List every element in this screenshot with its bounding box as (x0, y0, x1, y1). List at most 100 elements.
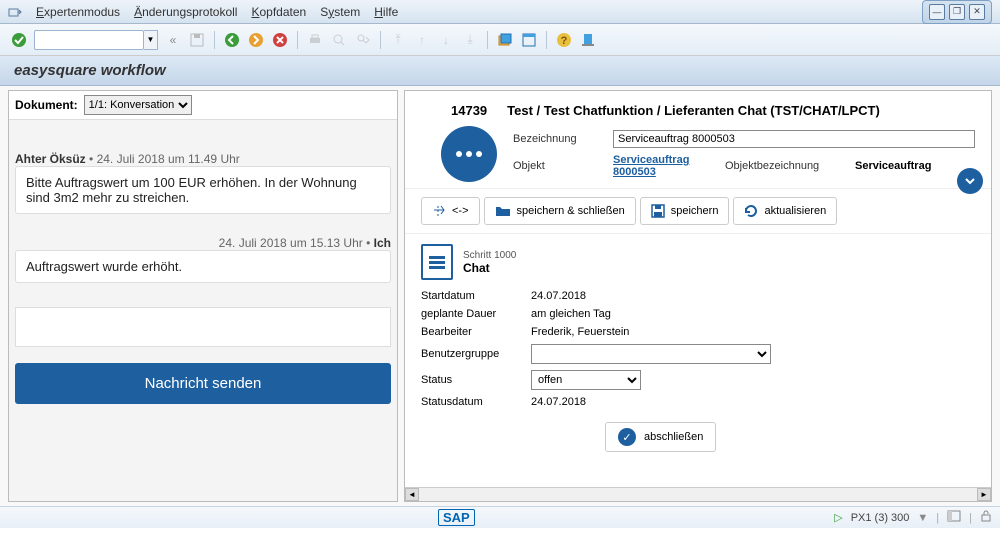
document-select[interactable]: 1/1: Konversation (84, 95, 192, 115)
objektbezeichnung-value: Serviceauftrag (855, 160, 975, 172)
status-dropdown-icon[interactable]: ▼ (917, 512, 928, 524)
app-title: easysquare workflow (14, 62, 166, 79)
layout-icon[interactable] (520, 31, 538, 49)
message-input[interactable] (15, 307, 391, 347)
workitem-id: 14739 (451, 103, 487, 118)
toolbar: ▼ « ⤒ ↑ ↓ ⤓ ? (0, 24, 1000, 56)
menu-hilfe[interactable]: Hilfe (374, 5, 398, 19)
command-field[interactable] (34, 30, 144, 50)
step-name: Chat (463, 261, 516, 275)
command-dropdown[interactable]: ▼ (144, 30, 158, 50)
nav-exit-icon[interactable] (247, 31, 265, 49)
chat-area: Ahter Öksüz • 24. Juli 2018 um 11.49 Uhr… (9, 120, 397, 501)
message-sender: Ahter Öksüz (15, 152, 86, 166)
action-bar: <-> speichern & schließen speichern aktu… (405, 188, 991, 234)
step-number: Schritt 1000 (463, 250, 516, 261)
objekt-link[interactable]: Serviceauftrag 8000503 (613, 154, 715, 178)
expand-info-button[interactable] (957, 168, 983, 194)
horizontal-scrollbar[interactable]: ◄ ► (405, 487, 991, 501)
chat-panel: Dokument: 1/1: Konversation Ahter Öksüz … (8, 90, 398, 502)
step-section: Schritt 1000 Chat (405, 234, 991, 290)
window-close-button[interactable]: ✕ (969, 4, 985, 20)
save-icon (651, 204, 665, 218)
menu-aenderungsprotokoll[interactable]: Änderungsprotokoll (134, 5, 237, 19)
settings-icon[interactable] (579, 31, 597, 49)
label-bearbeiter: Bearbeiter (421, 326, 521, 338)
status-system: PX1 (3) 300 (851, 512, 910, 524)
message-time: 24. Juli 2018 um 15.13 Uhr (219, 236, 363, 250)
document-label: Dokument: (15, 98, 78, 112)
chat-message: 24. Juli 2018 um 15.13 Uhr • Ich Auftrag… (15, 236, 391, 283)
menu-system[interactable]: System (320, 5, 360, 19)
menu-kopfdaten[interactable]: Kopfdaten (251, 5, 306, 19)
menu-open-icon[interactable] (8, 5, 22, 19)
conclude-row: ✓ abschließen (405, 408, 991, 462)
save-button[interactable]: speichern (640, 197, 730, 225)
find-next-icon[interactable] (354, 31, 372, 49)
save-icon[interactable] (188, 31, 206, 49)
window-controls: — ❐ ✕ (922, 0, 992, 24)
detail-grid: Startdatum 24.07.2018 geplante Dauer am … (405, 290, 991, 408)
last-page-icon[interactable]: ⤓ (461, 31, 479, 49)
send-message-button[interactable]: Nachricht senden (15, 363, 391, 404)
chat-message: Ahter Öksüz • 24. Juli 2018 um 11.49 Uhr… (15, 152, 391, 214)
window-minimize-button[interactable]: — (929, 4, 945, 20)
value-dauer: am gleichen Tag (531, 308, 975, 320)
expand-collapse-button[interactable]: <-> (421, 197, 480, 225)
workitem-title: Test / Test Chatfunktion / Lieferanten C… (507, 103, 880, 118)
workitem-avatar-icon (441, 126, 497, 182)
scroll-left-button[interactable]: ◄ (405, 488, 419, 501)
find-icon[interactable] (330, 31, 348, 49)
value-statusdatum: 24.07.2018 (531, 396, 975, 408)
benutzergruppe-select[interactable] (531, 344, 771, 364)
window-maximize-button[interactable]: ❐ (949, 4, 965, 20)
expand-icon (432, 204, 446, 218)
scroll-right-button[interactable]: ► (977, 488, 991, 501)
first-page-icon[interactable]: ⤒ (389, 31, 407, 49)
label-status: Status (421, 374, 521, 386)
status-layout-icon[interactable] (947, 510, 961, 525)
document-icon (421, 244, 453, 280)
nav-cancel-icon[interactable] (271, 31, 289, 49)
message-time: 24. Juli 2018 um 11.49 Uhr (97, 152, 240, 166)
label-dauer: geplante Dauer (421, 308, 521, 320)
status-lock-icon[interactable] (980, 510, 992, 525)
message-text: Auftragswert wurde erhöht. (15, 250, 391, 283)
label-benutzergruppe: Benutzergruppe (421, 348, 521, 360)
status-select[interactable]: offen (531, 370, 641, 390)
prev-page-icon[interactable]: ↑ (413, 31, 431, 49)
message-text: Bitte Auftragswert um 100 EUR erhöhen. I… (15, 166, 391, 214)
print-icon[interactable] (306, 31, 324, 49)
status-play-icon[interactable]: ▷ (834, 511, 842, 524)
help-icon[interactable]: ? (555, 31, 573, 49)
refresh-button[interactable]: aktualisieren (733, 197, 837, 225)
document-header: Dokument: 1/1: Konversation (9, 91, 397, 120)
title-bar: easysquare workflow (0, 56, 1000, 86)
label-objekt: Objekt (513, 160, 603, 172)
main-content: Dokument: 1/1: Konversation Ahter Öksüz … (0, 86, 1000, 506)
label-startdatum: Startdatum (421, 290, 521, 302)
bezeichnung-field[interactable] (613, 130, 975, 148)
nav-back-icon[interactable] (223, 31, 241, 49)
new-session-icon[interactable] (496, 31, 514, 49)
value-bearbeiter: Frederik, Feuerstein (531, 326, 975, 338)
refresh-icon (744, 204, 758, 218)
next-page-icon[interactable]: ↓ (437, 31, 455, 49)
message-self-label: Ich (374, 236, 391, 250)
sap-logo: SAP (438, 509, 475, 526)
conclude-button[interactable]: ✓ abschließen (605, 422, 716, 452)
status-bar: SAP ▷ PX1 (3) 300 ▼ | | (0, 506, 1000, 528)
folder-icon (495, 204, 511, 218)
svg-text:?: ? (561, 35, 568, 47)
label-bezeichnung: Bezeichnung (513, 133, 603, 145)
menu-expertenmodus[interactable]: Expertenmodus (36, 5, 120, 19)
menu-bar: Expertenmodus Änderungsprotokoll Kopfdat… (0, 0, 1000, 24)
save-close-button[interactable]: speichern & schließen (484, 197, 636, 225)
label-objektbezeichnung: Objektbezeichnung (725, 160, 845, 172)
back-double-icon[interactable]: « (164, 31, 182, 49)
label-statusdatum: Statusdatum (421, 396, 521, 408)
check-icon: ✓ (618, 428, 636, 446)
workitem-panel: 14739 Test / Test Chatfunktion / Liefera… (404, 90, 992, 502)
value-startdatum: 24.07.2018 (531, 290, 975, 302)
accept-icon[interactable] (10, 31, 28, 49)
